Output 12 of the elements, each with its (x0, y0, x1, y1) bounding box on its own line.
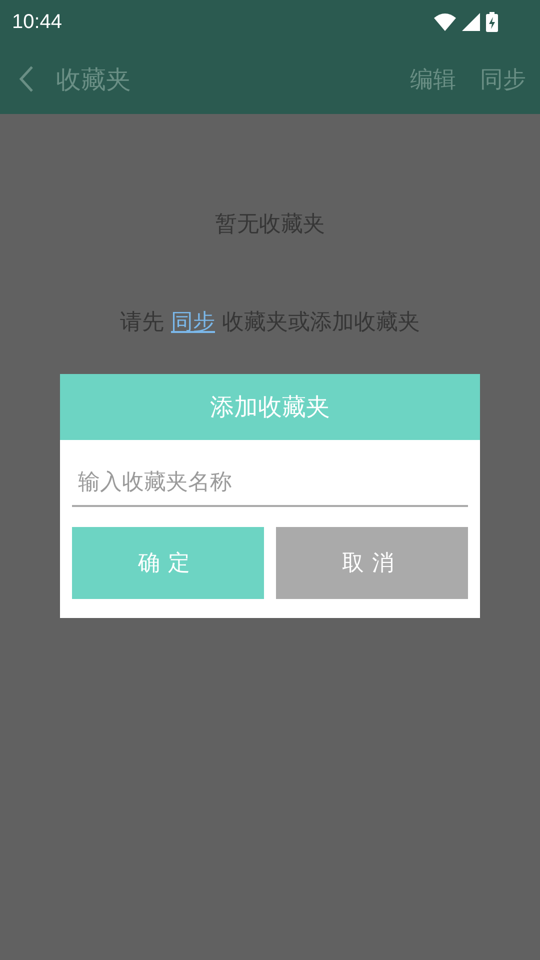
back-icon[interactable] (18, 65, 34, 93)
confirm-button[interactable]: 确定 (72, 527, 264, 599)
sync-link[interactable]: 同步 (171, 310, 215, 335)
wifi-icon (434, 13, 456, 31)
signal-icon (462, 13, 480, 31)
cancel-button[interactable]: 取消 (276, 527, 468, 599)
action-button[interactable]: 编辑 (410, 64, 456, 94)
status-time: 10:44 (12, 10, 62, 34)
action-button[interactable]: 同步 (480, 64, 526, 94)
dialog-title: 添加收藏夹 (60, 374, 480, 440)
page-title: 收藏夹 (56, 64, 131, 96)
battery-icon (486, 12, 498, 32)
